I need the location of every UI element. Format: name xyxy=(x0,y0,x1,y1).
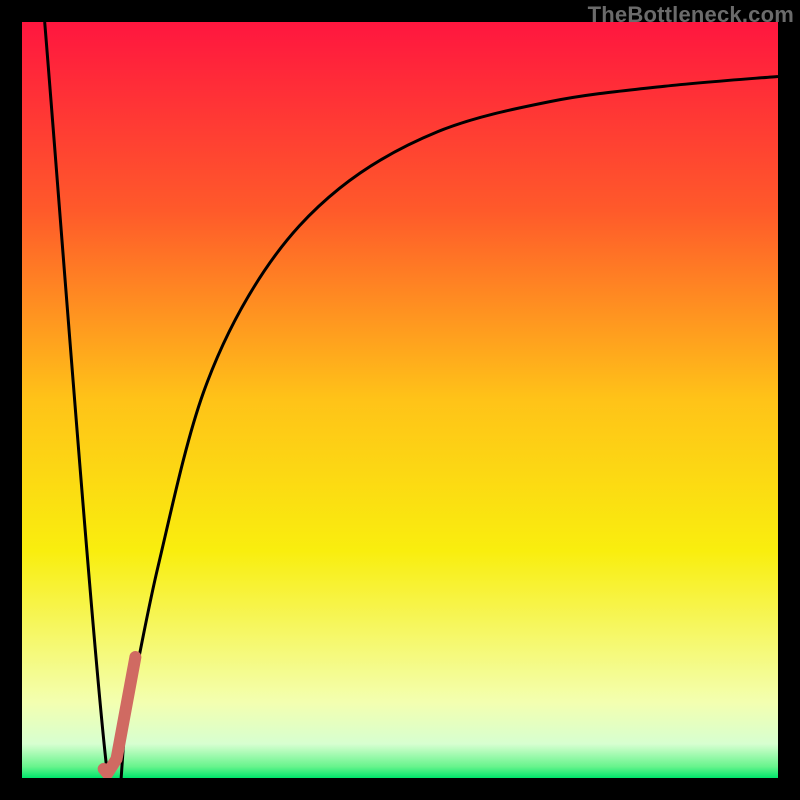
plot-area xyxy=(22,22,778,778)
plot-svg xyxy=(22,22,778,778)
chart-frame: TheBottleneck.com xyxy=(0,0,800,800)
